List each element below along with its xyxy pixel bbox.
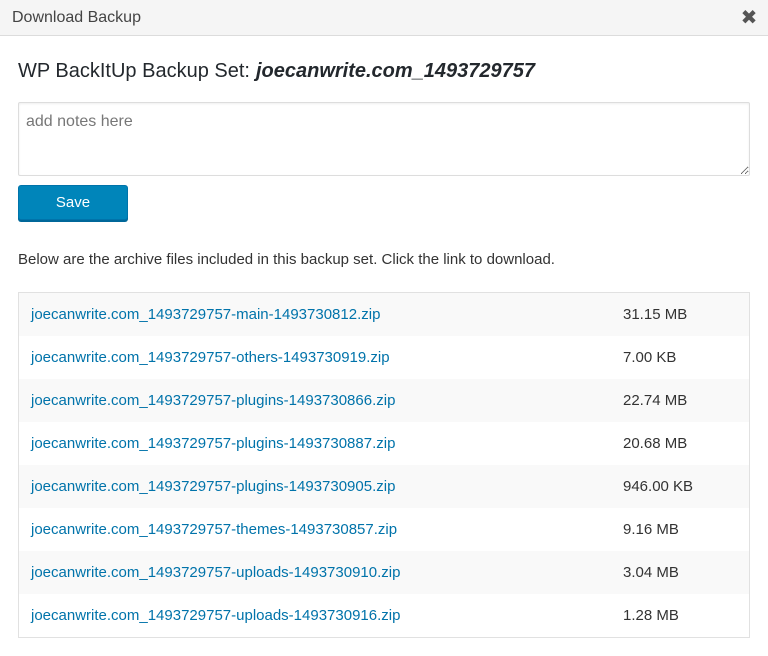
backup-set-heading: WP BackItUp Backup Set: joecanwrite.com_1… [18, 60, 535, 83]
table-row: joecanwrite.com_1493729757-themes-149373… [19, 508, 749, 551]
table-row: joecanwrite.com_1493729757-uploads-14937… [19, 594, 749, 637]
backup-set-name: joecanwrite.com_1493729757 [255, 60, 536, 82]
save-button[interactable]: Save [18, 185, 128, 220]
file-download-link[interactable]: joecanwrite.com_1493729757-plugins-14937… [31, 435, 623, 452]
table-row: joecanwrite.com_1493729757-plugins-14937… [19, 379, 749, 422]
file-size: 3.04 MB [623, 564, 679, 581]
download-backup-dialog: Download Backup ✖ WP BackItUp Backup Set… [0, 0, 768, 656]
close-icon[interactable]: ✖ [738, 5, 760, 29]
intro-text: Below are the archive files included in … [18, 251, 555, 268]
file-size: 7.00 KB [623, 349, 677, 366]
file-size: 946.00 KB [623, 478, 694, 495]
notes-textarea[interactable] [18, 102, 750, 176]
dialog-titlebar: Download Backup ✖ [0, 0, 768, 36]
table-row: joecanwrite.com_1493729757-plugins-14937… [19, 422, 749, 465]
file-size: 22.74 MB [623, 392, 688, 409]
file-download-link[interactable]: joecanwrite.com_1493729757-main-14937308… [31, 306, 623, 323]
table-row: joecanwrite.com_1493729757-uploads-14937… [19, 551, 749, 594]
file-size: 1.28 MB [623, 607, 679, 624]
file-download-link[interactable]: joecanwrite.com_1493729757-themes-149373… [31, 521, 623, 538]
table-row: joecanwrite.com_1493729757-plugins-14937… [19, 465, 749, 508]
file-size: 20.68 MB [623, 435, 688, 452]
table-row: joecanwrite.com_1493729757-others-149373… [19, 336, 749, 379]
file-download-link[interactable]: joecanwrite.com_1493729757-plugins-14937… [31, 392, 623, 409]
heading-prefix: WP BackItUp Backup Set: [18, 60, 250, 82]
file-size: 31.15 MB [623, 306, 688, 323]
file-download-link[interactable]: joecanwrite.com_1493729757-uploads-14937… [31, 564, 623, 581]
file-download-link[interactable]: joecanwrite.com_1493729757-plugins-14937… [31, 478, 623, 495]
file-list: joecanwrite.com_1493729757-main-14937308… [18, 292, 750, 638]
file-download-link[interactable]: joecanwrite.com_1493729757-others-149373… [31, 349, 623, 366]
file-download-link[interactable]: joecanwrite.com_1493729757-uploads-14937… [31, 607, 623, 624]
file-size: 9.16 MB [623, 521, 679, 538]
dialog-title: Download Backup [12, 9, 141, 26]
table-row: joecanwrite.com_1493729757-main-14937308… [19, 293, 749, 336]
